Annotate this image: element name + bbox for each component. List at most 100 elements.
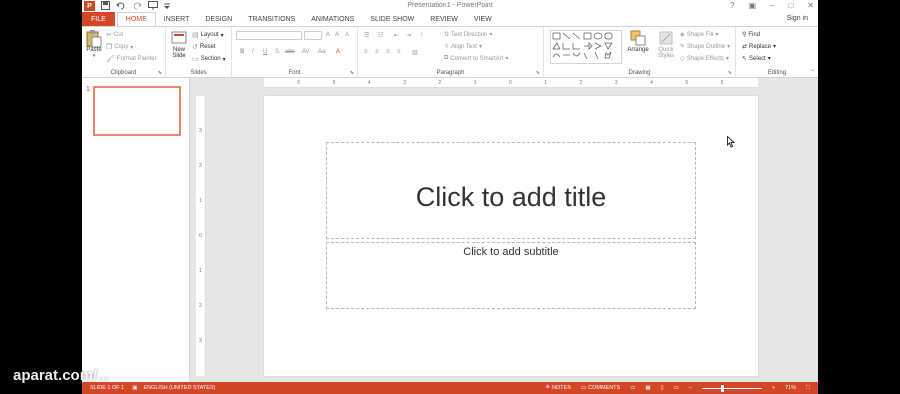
close-icon[interactable]: ✕ bbox=[807, 1, 814, 10]
subtitle-placeholder[interactable]: Click to add subtitle bbox=[326, 242, 696, 309]
language-indicator[interactable]: ENGLISH (UNITED STATES) bbox=[143, 385, 215, 391]
cut-button[interactable]: ✂ Cut bbox=[106, 31, 123, 39]
change-case-button[interactable]: Aa bbox=[318, 49, 325, 55]
shapes-gallery[interactable] bbox=[550, 30, 622, 64]
collapse-ribbon-icon[interactable]: ⌃ bbox=[810, 69, 815, 76]
align-text-button[interactable]: ⇳ Align Text ▾ bbox=[444, 43, 482, 51]
powerpoint-icon[interactable]: P bbox=[84, 1, 95, 11]
zoom-out-icon[interactable]: – bbox=[689, 385, 692, 391]
slide-thumbnail[interactable] bbox=[93, 86, 181, 136]
normal-view-icon[interactable]: ▭ bbox=[630, 385, 635, 391]
zoom-level[interactable]: 71% bbox=[785, 385, 796, 391]
copy-button[interactable]: ❐ Copy ▾ bbox=[106, 43, 133, 51]
replace-button[interactable]: ⇄ Replace ▾ bbox=[742, 43, 776, 51]
present-icon[interactable] bbox=[148, 0, 158, 12]
sign-in-link[interactable]: Sign in bbox=[787, 15, 808, 22]
spelling-icon[interactable]: ▣ bbox=[132, 385, 137, 391]
justify-icon[interactable]: ≡ bbox=[397, 49, 401, 55]
shrink-font-button[interactable]: A bbox=[335, 32, 339, 38]
decrease-indent-icon[interactable]: ⇤ bbox=[394, 32, 399, 39]
tab-animations[interactable]: ANIMATIONS bbox=[303, 12, 362, 26]
tab-home[interactable]: HOME bbox=[116, 12, 156, 26]
ribbon-display-icon[interactable]: ▣ bbox=[748, 1, 756, 10]
slide-sorter-icon[interactable]: ▦ bbox=[645, 385, 650, 391]
fit-to-window-icon[interactable]: ⛶ bbox=[806, 385, 810, 392]
quick-styles-icon bbox=[658, 30, 674, 46]
maximize-icon[interactable]: □ bbox=[788, 1, 793, 10]
zoom-slider[interactable] bbox=[701, 384, 762, 392]
customize-icon[interactable] bbox=[164, 1, 170, 12]
dialog-launcher-icon[interactable]: ⬊ bbox=[350, 70, 354, 76]
text-direction-button[interactable]: ⇅ Text Direction ▾ bbox=[444, 31, 492, 39]
new-slide-button[interactable]: New Slide bbox=[168, 30, 190, 59]
undo-icon[interactable] bbox=[116, 1, 126, 12]
tab-design[interactable]: DESIGN bbox=[197, 12, 240, 26]
format-painter-button[interactable]: 🖌 Format Painter bbox=[106, 55, 157, 63]
zoom-in-icon[interactable]: + bbox=[772, 385, 775, 391]
shape-fill-button[interactable]: ◈ Shape Fill ▾ bbox=[680, 31, 718, 39]
increase-indent-icon[interactable]: ⇥ bbox=[406, 32, 411, 39]
editing-group: ⚲ Find ⇄ Replace ▾ ↖ Select ▾ Editing ⌃ bbox=[736, 27, 818, 78]
shape-outline-button[interactable]: ✎ Shape Outline ▾ bbox=[680, 43, 731, 51]
slide-count: SLIDE 1 OF 1 bbox=[90, 385, 125, 391]
underline-button[interactable]: U bbox=[263, 49, 267, 55]
tab-slide-show[interactable]: SLIDE SHOW bbox=[362, 12, 422, 26]
tab-file[interactable]: FILE bbox=[82, 12, 115, 26]
paste-button[interactable]: Paste ▾ bbox=[84, 30, 104, 59]
font-name-field[interactable] bbox=[236, 31, 302, 40]
convert-smartart-button[interactable]: ⧉ Convert to SmartArt ▾ bbox=[444, 55, 508, 62]
horizontal-ruler[interactable]: 6 5 4 3 2 1 0 1 2 3 4 5 6 bbox=[264, 78, 758, 88]
help-icon[interactable]: ? bbox=[730, 1, 734, 10]
notes-button[interactable]: ≙ NOTES bbox=[545, 385, 571, 391]
shape-effects-button[interactable]: ◇ Shape Effects ▾ bbox=[680, 55, 729, 63]
slide-thumbnail-pane[interactable]: 1 bbox=[82, 78, 190, 382]
line-spacing-icon[interactable]: ↕ bbox=[420, 32, 423, 38]
title-placeholder[interactable]: Click to add title bbox=[326, 142, 696, 239]
select-button[interactable]: ↖ Select ▾ bbox=[742, 55, 771, 63]
bold-button[interactable]: B bbox=[240, 49, 244, 55]
tab-insert[interactable]: INSERT bbox=[156, 12, 198, 26]
clear-formatting-button[interactable]: A bbox=[345, 32, 349, 38]
section-button[interactable]: ▭ Section ▾ bbox=[192, 55, 226, 63]
chevron-down-icon: ▾ bbox=[130, 44, 134, 51]
comments-button[interactable]: ▭ COMMENTS bbox=[581, 385, 620, 391]
italic-button[interactable]: I bbox=[252, 49, 254, 55]
zoom-slider-thumb[interactable] bbox=[720, 384, 724, 392]
grow-font-button[interactable]: A bbox=[326, 32, 330, 38]
font-color-button[interactable]: A bbox=[336, 49, 340, 55]
reset-button[interactable]: ↺ Reset bbox=[192, 43, 216, 51]
clear-formatting-icon: A bbox=[345, 32, 350, 38]
tab-view[interactable]: VIEW bbox=[466, 12, 500, 26]
save-icon[interactable] bbox=[101, 0, 110, 12]
dialog-launcher-icon[interactable]: ⬊ bbox=[728, 70, 732, 76]
chevron-down-icon: ▾ bbox=[727, 44, 731, 50]
align-left-icon[interactable]: ≡ bbox=[364, 49, 368, 55]
slide-show-icon[interactable]: ▭ bbox=[674, 385, 679, 391]
copy-label: Copy bbox=[114, 44, 129, 50]
drawing-group: Arrange Quick Styles ◈ Shape Fill ▾ ✎ Sh… bbox=[544, 27, 736, 78]
minimize-icon[interactable]: – bbox=[770, 1, 774, 10]
tab-transitions[interactable]: TRANSITIONS bbox=[240, 12, 303, 26]
align-center-icon[interactable]: ≡ bbox=[375, 49, 379, 55]
vertical-ruler[interactable]: 3 2 1 0 1 2 3 bbox=[196, 96, 206, 376]
arrange-button[interactable]: Arrange bbox=[624, 30, 652, 53]
slide-canvas[interactable]: Click to add title Click to add subtitle bbox=[264, 96, 758, 376]
quick-styles-button[interactable]: Quick Styles bbox=[652, 30, 680, 59]
shadow-button[interactable]: S bbox=[275, 49, 279, 55]
redo-icon[interactable] bbox=[132, 1, 142, 12]
numbering-icon[interactable]: ☷ bbox=[378, 32, 383, 39]
strikethrough-button[interactable]: abc bbox=[285, 49, 295, 55]
left-letterbox bbox=[0, 0, 82, 394]
align-right-icon[interactable]: ≡ bbox=[386, 49, 390, 55]
bullets-icon[interactable]: ☰ bbox=[364, 32, 369, 39]
columns-icon[interactable]: ▥ bbox=[412, 49, 418, 56]
dialog-launcher-icon[interactable]: ⬊ bbox=[158, 70, 162, 76]
font-size-field[interactable] bbox=[304, 31, 322, 40]
layout-button[interactable]: ▤ Layout ▾ bbox=[192, 31, 224, 39]
find-button[interactable]: ⚲ Find bbox=[742, 31, 760, 39]
reading-view-icon[interactable]: ▯ bbox=[661, 385, 664, 391]
tab-review[interactable]: REVIEW bbox=[422, 12, 466, 26]
character-spacing-button[interactable]: AV bbox=[302, 49, 310, 55]
scissors-icon: ✂ bbox=[106, 32, 112, 39]
dialog-launcher-icon[interactable]: ⬊ bbox=[536, 70, 540, 76]
